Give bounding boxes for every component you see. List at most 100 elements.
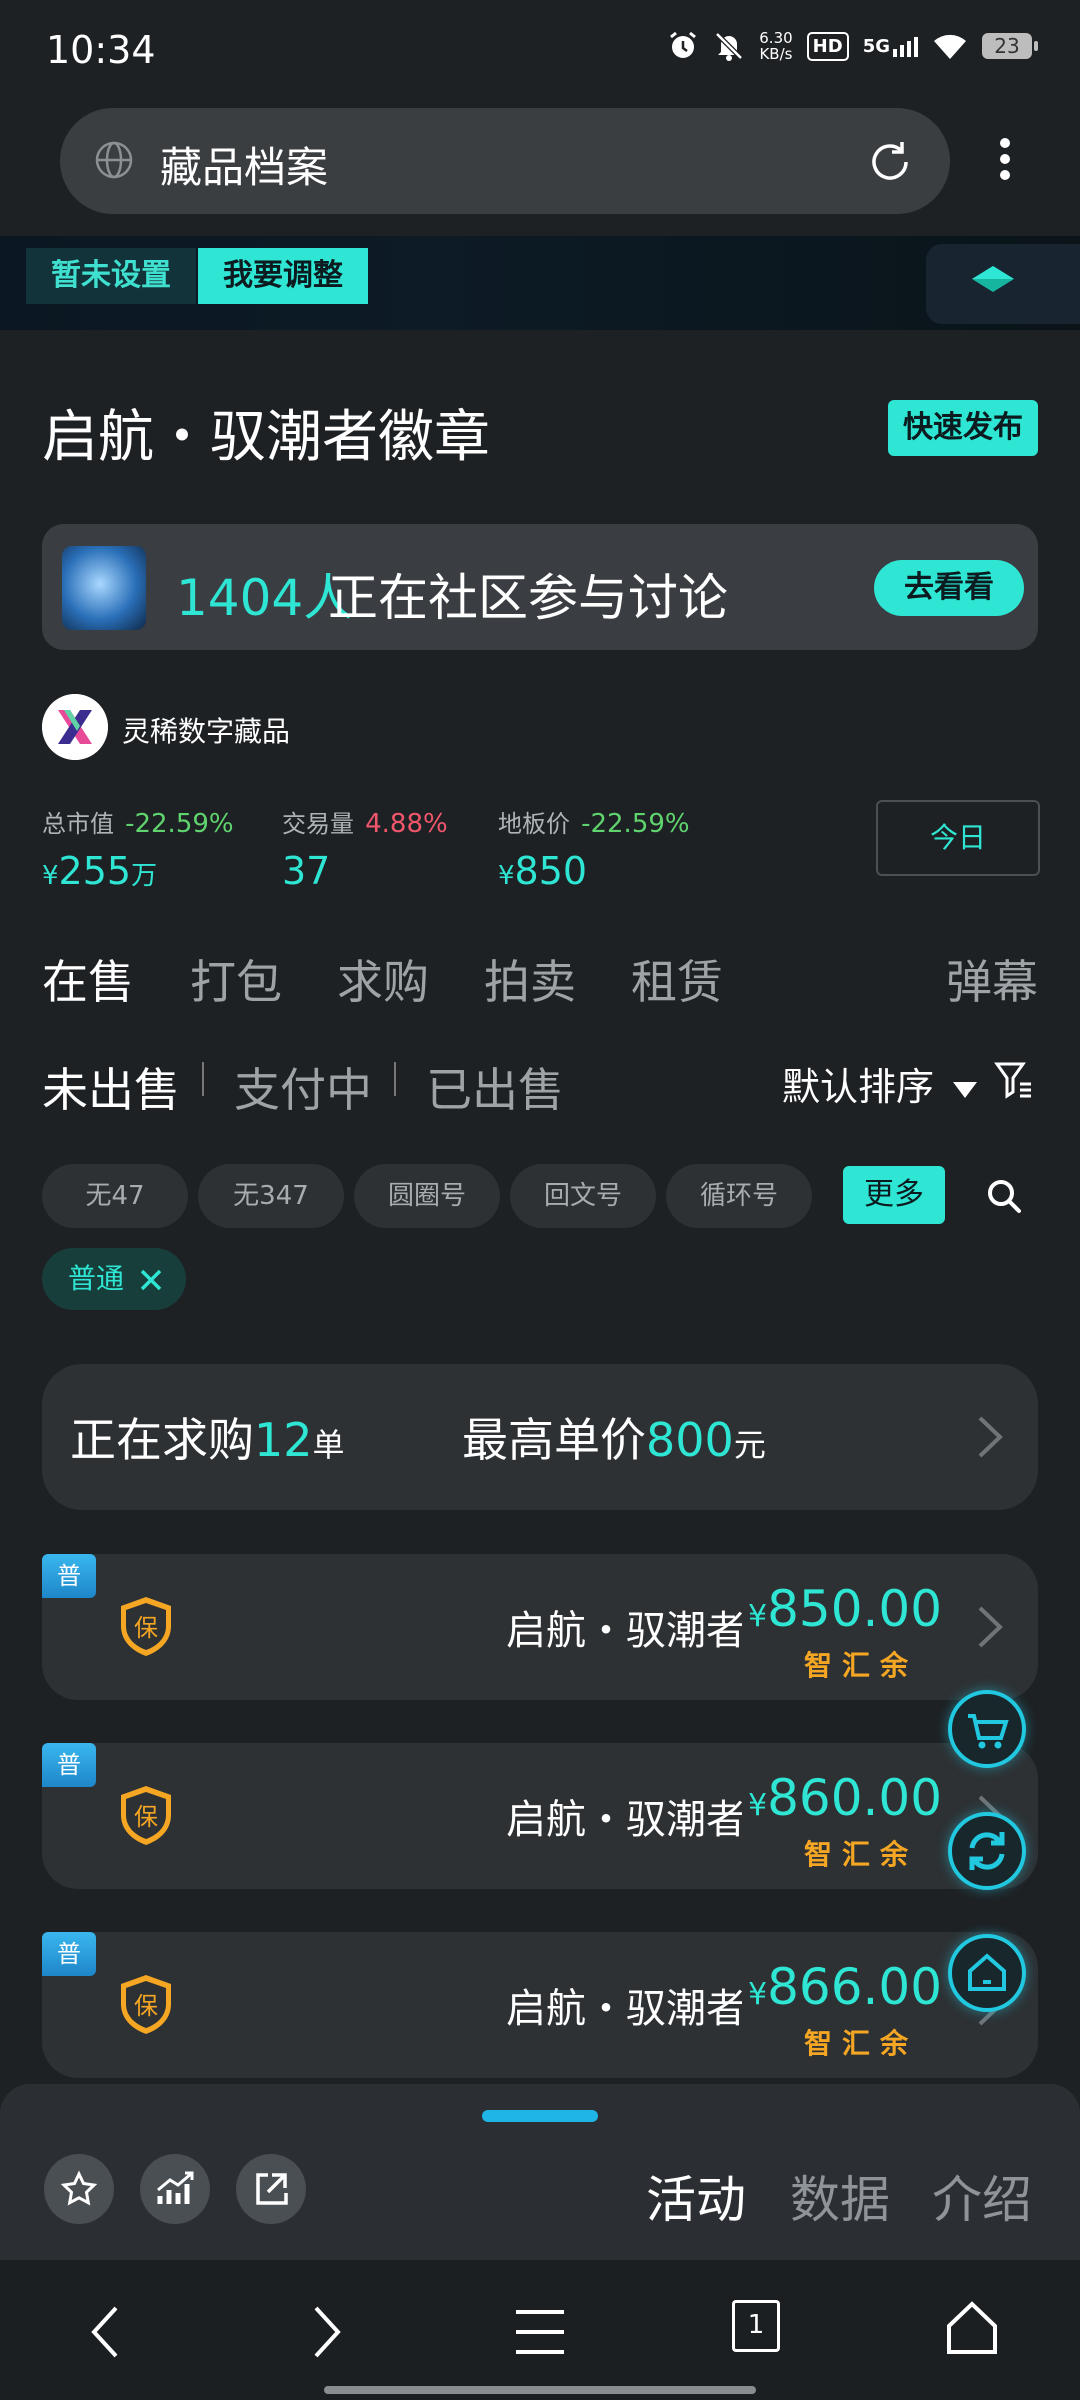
adjust-button[interactable]: 我要调整 xyxy=(198,248,368,304)
issuer-name[interactable]: 灵稀数字藏品 xyxy=(122,710,290,750)
panel-tab-activity[interactable]: 活动 xyxy=(646,2160,746,2232)
net-speed-value: 6.30 xyxy=(759,29,793,47)
stat-value: 37 xyxy=(282,849,331,893)
home-fab[interactable] xyxy=(948,1934,1026,2012)
caret-down-icon xyxy=(953,1082,978,1098)
reload-icon[interactable] xyxy=(866,138,914,186)
buy-request-summary[interactable]: 正在求购12单 最高单价800元 xyxy=(42,1364,1038,1510)
page-title: 启航・驭潮者徽章 xyxy=(42,405,490,470)
star-icon xyxy=(60,2170,98,2206)
menu-icon[interactable] xyxy=(514,2304,566,2360)
tabs-counter-button[interactable]: 1 xyxy=(732,2300,780,2352)
filter-chip[interactable]: 无47 xyxy=(42,1164,188,1228)
panel-tab-data[interactable]: 数据 xyxy=(790,2160,890,2232)
tab-barrage[interactable]: 弹幕 xyxy=(946,946,1038,1012)
issuer-logo[interactable] xyxy=(42,694,108,760)
trend-chart-icon xyxy=(157,2171,194,2204)
subtab-sold[interactable]: 已出售 xyxy=(426,1054,564,1120)
home-icon xyxy=(968,1953,1006,1991)
filter-chip[interactable]: 圆圈号 xyxy=(354,1164,500,1228)
net-speed-unit: KB/s xyxy=(759,45,793,63)
subtab-unsold[interactable]: 未出售 xyxy=(42,1054,180,1120)
filter-icon[interactable] xyxy=(994,1060,1034,1100)
selected-filter-label: 普通 xyxy=(68,1262,125,1295)
panel-tab-intro[interactable]: 介绍 xyxy=(932,2160,1032,2232)
divider xyxy=(394,1062,396,1096)
period-today-button[interactable]: 今日 xyxy=(876,800,1040,876)
currency-symbol: ¥ xyxy=(42,861,59,891)
buy-request-count: 正在求购12单 xyxy=(70,1404,345,1470)
filter-chip[interactable]: 循环号 xyxy=(666,1164,812,1228)
go-see-button[interactable]: 去看看 xyxy=(874,560,1024,616)
trend-button[interactable] xyxy=(140,2154,210,2224)
tab-on-sale[interactable]: 在售 xyxy=(42,946,134,1012)
favorite-button[interactable] xyxy=(44,2154,114,2224)
market-cap-value: 255 xyxy=(58,849,132,893)
listing-card[interactable]: 普 保 启航・驭潮者徽章 ¥850.00 智汇余 xyxy=(42,1554,1038,1700)
seller-name: 智汇余 xyxy=(804,2027,919,2060)
listing-card[interactable]: 普 保 启航・驭潮者徽章 ¥860.00 智汇余 xyxy=(42,1743,1038,1889)
tab-rent[interactable]: 租赁 xyxy=(631,946,723,1012)
stat-label: 总市值 xyxy=(42,810,114,838)
refresh-fab[interactable] xyxy=(948,1812,1026,1890)
price-value: 866.00 xyxy=(767,1958,943,2016)
share-button[interactable] xyxy=(236,2154,306,2224)
community-banner[interactable]: 1404人 正在社区参与讨论 去看看 xyxy=(42,524,1038,650)
count-unit: 单 xyxy=(312,1426,345,1464)
cart-fab[interactable] xyxy=(948,1690,1026,1768)
signal-label: 5G xyxy=(862,35,890,57)
sort-label: 默认排序 xyxy=(782,1065,935,1109)
currency-symbol: ¥ xyxy=(498,861,515,891)
globe-icon xyxy=(95,141,133,179)
subtab-paying[interactable]: 支付中 xyxy=(234,1054,372,1120)
guarantee-label: 保 xyxy=(134,1803,158,1831)
floor-price-value: 850 xyxy=(514,849,588,893)
collection-avatar xyxy=(62,546,146,630)
buy-request-prefix: 正在求购 xyxy=(70,1413,254,1467)
guarantee-shield-icon: 保 xyxy=(121,1975,171,2034)
cart-icon xyxy=(968,1714,1009,1749)
not-set-button[interactable]: 暂未设置 xyxy=(26,248,196,304)
filter-chip[interactable]: 回文号 xyxy=(510,1164,656,1228)
quick-publish-button[interactable]: 快速发布 xyxy=(888,400,1038,456)
address-title: 藏品档案 xyxy=(160,143,329,192)
selected-filter-chip[interactable]: 普通 xyxy=(42,1248,186,1310)
normal-badge: 普 xyxy=(42,1932,96,1976)
forward-icon[interactable] xyxy=(306,2304,346,2360)
home-nav-icon[interactable] xyxy=(946,2300,998,2356)
banner-toggle[interactable] xyxy=(926,244,1080,324)
normal-badge: 普 xyxy=(42,1743,96,1787)
stat-change: 4.88% xyxy=(365,809,448,839)
more-filters-button[interactable]: 更多 xyxy=(843,1166,945,1224)
tab-bundle[interactable]: 打包 xyxy=(190,946,282,1012)
listing-price: ¥850.00 xyxy=(748,1580,942,1638)
listing-name: 启航・驭潮者徽章 xyxy=(506,1986,742,2032)
share-icon xyxy=(256,2173,288,2205)
close-icon[interactable] xyxy=(139,1268,163,1292)
more-menu-icon[interactable] xyxy=(990,132,1020,192)
price-value: 860.00 xyxy=(767,1769,943,1827)
guarantee-shield-icon: 保 xyxy=(121,1597,171,1656)
divider xyxy=(202,1062,204,1096)
chevron-right-icon xyxy=(978,1606,1003,1648)
search-icon[interactable] xyxy=(986,1178,1022,1214)
stat-label: 交易量 xyxy=(282,810,354,838)
community-count: 1404人 xyxy=(176,569,354,627)
address-bar[interactable]: 藏品档案 xyxy=(60,108,950,214)
tab-auction[interactable]: 拍卖 xyxy=(484,946,576,1012)
stat-market-cap: 总市值 -22.59% ¥255万 xyxy=(42,804,234,893)
tab-wanted[interactable]: 求购 xyxy=(337,946,429,1012)
filter-chip[interactable]: 无347 xyxy=(198,1164,344,1228)
seller-name: 智汇余 xyxy=(804,1649,919,1682)
battery-icon: 23 xyxy=(982,33,1038,59)
drag-handle[interactable] xyxy=(482,2110,598,2122)
browser-nav-bar: 1 xyxy=(0,2260,1080,2400)
home-indicator[interactable] xyxy=(324,2386,756,2394)
back-icon[interactable] xyxy=(86,2304,126,2360)
listing-card[interactable]: 普 保 启航・驭潮者徽章 ¥866.00 智汇余 xyxy=(42,1932,1038,2078)
sort-dropdown[interactable]: 默认排序 xyxy=(782,1056,978,1111)
diamond-icon xyxy=(972,266,1014,292)
max-price-prefix: 最高单价 xyxy=(462,1413,646,1467)
guarantee-label: 保 xyxy=(134,1992,158,2020)
guarantee-label: 保 xyxy=(134,1614,158,1642)
